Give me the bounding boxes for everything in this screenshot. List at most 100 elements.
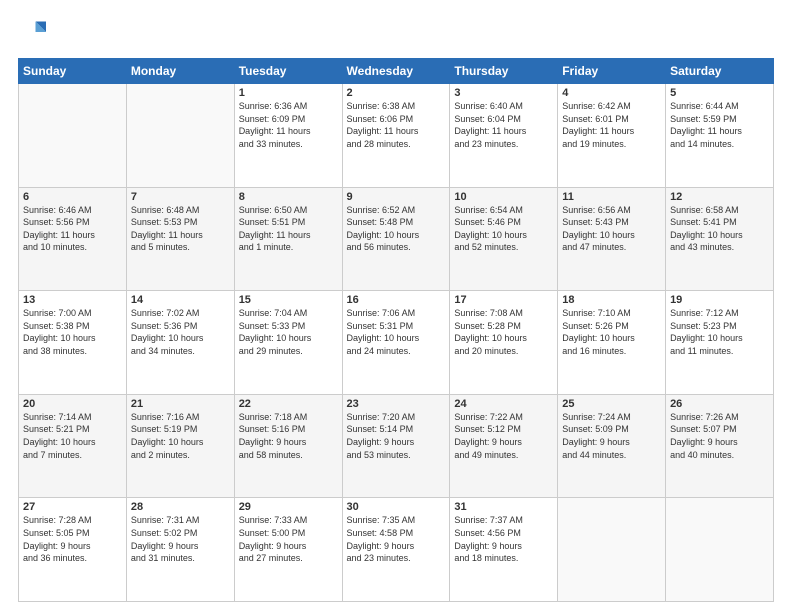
day-number: 16 — [347, 294, 446, 306]
calendar-cell — [558, 498, 666, 602]
day-info: Sunrise: 7:08 AM Sunset: 5:28 PM Dayligh… — [454, 307, 553, 357]
week-row-2: 6Sunrise: 6:46 AM Sunset: 5:56 PM Daylig… — [19, 187, 774, 291]
day-info: Sunrise: 7:37 AM Sunset: 4:56 PM Dayligh… — [454, 514, 553, 564]
day-number: 14 — [131, 294, 230, 306]
day-info: Sunrise: 7:14 AM Sunset: 5:21 PM Dayligh… — [23, 411, 122, 461]
day-number: 4 — [562, 87, 661, 99]
day-number: 26 — [670, 398, 769, 410]
calendar-cell: 24Sunrise: 7:22 AM Sunset: 5:12 PM Dayli… — [450, 394, 558, 498]
day-info: Sunrise: 7:12 AM Sunset: 5:23 PM Dayligh… — [670, 307, 769, 357]
calendar-cell: 22Sunrise: 7:18 AM Sunset: 5:16 PM Dayli… — [234, 394, 342, 498]
page: SundayMondayTuesdayWednesdayThursdayFrid… — [0, 0, 792, 612]
day-info: Sunrise: 7:04 AM Sunset: 5:33 PM Dayligh… — [239, 307, 338, 357]
day-number: 25 — [562, 398, 661, 410]
day-info: Sunrise: 6:46 AM Sunset: 5:56 PM Dayligh… — [23, 204, 122, 254]
day-number: 9 — [347, 191, 446, 203]
calendar-cell: 26Sunrise: 7:26 AM Sunset: 5:07 PM Dayli… — [666, 394, 774, 498]
day-info: Sunrise: 6:52 AM Sunset: 5:48 PM Dayligh… — [347, 204, 446, 254]
day-number: 20 — [23, 398, 122, 410]
day-info: Sunrise: 7:18 AM Sunset: 5:16 PM Dayligh… — [239, 411, 338, 461]
day-header-monday: Monday — [126, 59, 234, 84]
day-number: 10 — [454, 191, 553, 203]
days-header-row: SundayMondayTuesdayWednesdayThursdayFrid… — [19, 59, 774, 84]
week-row-5: 27Sunrise: 7:28 AM Sunset: 5:05 PM Dayli… — [19, 498, 774, 602]
calendar-cell: 25Sunrise: 7:24 AM Sunset: 5:09 PM Dayli… — [558, 394, 666, 498]
day-info: Sunrise: 6:36 AM Sunset: 6:09 PM Dayligh… — [239, 100, 338, 150]
day-number: 12 — [670, 191, 769, 203]
day-info: Sunrise: 6:56 AM Sunset: 5:43 PM Dayligh… — [562, 204, 661, 254]
calendar-cell — [666, 498, 774, 602]
day-info: Sunrise: 7:31 AM Sunset: 5:02 PM Dayligh… — [131, 514, 230, 564]
day-number: 5 — [670, 87, 769, 99]
day-info: Sunrise: 7:00 AM Sunset: 5:38 PM Dayligh… — [23, 307, 122, 357]
calendar-cell: 6Sunrise: 6:46 AM Sunset: 5:56 PM Daylig… — [19, 187, 127, 291]
week-row-3: 13Sunrise: 7:00 AM Sunset: 5:38 PM Dayli… — [19, 291, 774, 395]
calendar-cell: 13Sunrise: 7:00 AM Sunset: 5:38 PM Dayli… — [19, 291, 127, 395]
calendar-cell: 16Sunrise: 7:06 AM Sunset: 5:31 PM Dayli… — [342, 291, 450, 395]
calendar-cell: 5Sunrise: 6:44 AM Sunset: 5:59 PM Daylig… — [666, 84, 774, 188]
calendar-cell — [126, 84, 234, 188]
calendar-cell — [19, 84, 127, 188]
day-number: 17 — [454, 294, 553, 306]
calendar-cell: 14Sunrise: 7:02 AM Sunset: 5:36 PM Dayli… — [126, 291, 234, 395]
calendar-cell: 30Sunrise: 7:35 AM Sunset: 4:58 PM Dayli… — [342, 498, 450, 602]
calendar-cell: 19Sunrise: 7:12 AM Sunset: 5:23 PM Dayli… — [666, 291, 774, 395]
calendar-cell: 29Sunrise: 7:33 AM Sunset: 5:00 PM Dayli… — [234, 498, 342, 602]
header — [18, 18, 774, 48]
day-info: Sunrise: 6:42 AM Sunset: 6:01 PM Dayligh… — [562, 100, 661, 150]
day-number: 19 — [670, 294, 769, 306]
calendar-cell: 4Sunrise: 6:42 AM Sunset: 6:01 PM Daylig… — [558, 84, 666, 188]
logo-icon — [18, 18, 46, 46]
day-info: Sunrise: 7:24 AM Sunset: 5:09 PM Dayligh… — [562, 411, 661, 461]
calendar-cell: 11Sunrise: 6:56 AM Sunset: 5:43 PM Dayli… — [558, 187, 666, 291]
day-number: 31 — [454, 501, 553, 513]
day-number: 29 — [239, 501, 338, 513]
day-header-wednesday: Wednesday — [342, 59, 450, 84]
day-number: 13 — [23, 294, 122, 306]
calendar-cell: 10Sunrise: 6:54 AM Sunset: 5:46 PM Dayli… — [450, 187, 558, 291]
calendar-cell: 21Sunrise: 7:16 AM Sunset: 5:19 PM Dayli… — [126, 394, 234, 498]
day-info: Sunrise: 6:58 AM Sunset: 5:41 PM Dayligh… — [670, 204, 769, 254]
day-header-tuesday: Tuesday — [234, 59, 342, 84]
week-row-1: 1Sunrise: 6:36 AM Sunset: 6:09 PM Daylig… — [19, 84, 774, 188]
logo — [18, 18, 48, 48]
day-info: Sunrise: 7:22 AM Sunset: 5:12 PM Dayligh… — [454, 411, 553, 461]
calendar-cell: 23Sunrise: 7:20 AM Sunset: 5:14 PM Dayli… — [342, 394, 450, 498]
day-number: 22 — [239, 398, 338, 410]
day-number: 15 — [239, 294, 338, 306]
day-info: Sunrise: 6:38 AM Sunset: 6:06 PM Dayligh… — [347, 100, 446, 150]
day-number: 11 — [562, 191, 661, 203]
calendar-cell: 28Sunrise: 7:31 AM Sunset: 5:02 PM Dayli… — [126, 498, 234, 602]
day-info: Sunrise: 7:06 AM Sunset: 5:31 PM Dayligh… — [347, 307, 446, 357]
day-number: 18 — [562, 294, 661, 306]
calendar-cell: 17Sunrise: 7:08 AM Sunset: 5:28 PM Dayli… — [450, 291, 558, 395]
calendar-cell: 1Sunrise: 6:36 AM Sunset: 6:09 PM Daylig… — [234, 84, 342, 188]
calendar-cell: 12Sunrise: 6:58 AM Sunset: 5:41 PM Dayli… — [666, 187, 774, 291]
day-number: 8 — [239, 191, 338, 203]
day-info: Sunrise: 7:20 AM Sunset: 5:14 PM Dayligh… — [347, 411, 446, 461]
day-header-thursday: Thursday — [450, 59, 558, 84]
week-row-4: 20Sunrise: 7:14 AM Sunset: 5:21 PM Dayli… — [19, 394, 774, 498]
calendar-cell: 31Sunrise: 7:37 AM Sunset: 4:56 PM Dayli… — [450, 498, 558, 602]
day-number: 23 — [347, 398, 446, 410]
day-info: Sunrise: 6:48 AM Sunset: 5:53 PM Dayligh… — [131, 204, 230, 254]
day-info: Sunrise: 7:26 AM Sunset: 5:07 PM Dayligh… — [670, 411, 769, 461]
day-number: 30 — [347, 501, 446, 513]
day-info: Sunrise: 7:10 AM Sunset: 5:26 PM Dayligh… — [562, 307, 661, 357]
day-info: Sunrise: 6:50 AM Sunset: 5:51 PM Dayligh… — [239, 204, 338, 254]
calendar-cell: 8Sunrise: 6:50 AM Sunset: 5:51 PM Daylig… — [234, 187, 342, 291]
day-number: 21 — [131, 398, 230, 410]
day-info: Sunrise: 6:40 AM Sunset: 6:04 PM Dayligh… — [454, 100, 553, 150]
day-info: Sunrise: 7:35 AM Sunset: 4:58 PM Dayligh… — [347, 514, 446, 564]
day-number: 1 — [239, 87, 338, 99]
calendar-table: SundayMondayTuesdayWednesdayThursdayFrid… — [18, 58, 774, 602]
day-number: 2 — [347, 87, 446, 99]
day-number: 7 — [131, 191, 230, 203]
day-header-saturday: Saturday — [666, 59, 774, 84]
calendar-cell: 27Sunrise: 7:28 AM Sunset: 5:05 PM Dayli… — [19, 498, 127, 602]
day-header-sunday: Sunday — [19, 59, 127, 84]
calendar-cell: 15Sunrise: 7:04 AM Sunset: 5:33 PM Dayli… — [234, 291, 342, 395]
calendar-cell: 18Sunrise: 7:10 AM Sunset: 5:26 PM Dayli… — [558, 291, 666, 395]
calendar-cell: 2Sunrise: 6:38 AM Sunset: 6:06 PM Daylig… — [342, 84, 450, 188]
day-header-friday: Friday — [558, 59, 666, 84]
